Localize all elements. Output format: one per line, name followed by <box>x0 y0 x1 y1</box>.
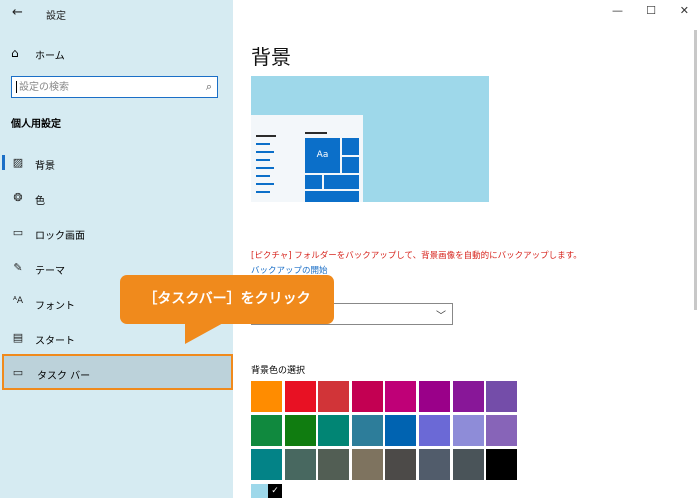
app-title: 設定 <box>46 11 66 22</box>
sidebar-item-taskbar[interactable]: ▭ タスク バー <box>2 354 233 390</box>
page-title: 背景 <box>251 45 291 69</box>
color-swatch[interactable] <box>419 449 450 480</box>
preview-tile <box>342 138 359 155</box>
preview-tile <box>342 157 359 173</box>
preview-tile <box>324 175 359 189</box>
color-swatch[interactable] <box>351 449 383 480</box>
sidebar-item-lock-screen[interactable]: ▭ ロック画面 <box>0 218 233 248</box>
sidebar-item-label: ロック画面 <box>35 231 85 242</box>
color-swatch[interactable] <box>385 415 417 446</box>
scrollbar[interactable] <box>694 30 697 310</box>
font-icon: ᴬA <box>12 296 24 306</box>
minimize-icon[interactable]: — <box>612 4 623 17</box>
backup-notice: [ピクチャ] フォルダーをバックアップして、背景画像を自動的にバックアップします… <box>251 251 582 261</box>
color-swatch[interactable] <box>284 381 316 412</box>
search-box[interactable]: ⌕ <box>11 76 218 98</box>
color-swatch[interactable] <box>351 415 383 446</box>
sidebar: ← 設定 ⌂ ホーム ⌕ 個人用設定 ▨ 背景 ❂ 色 ▭ ロック画面 ✎ テー… <box>0 0 233 498</box>
sidebar-item-label: 色 <box>35 196 45 207</box>
nav-home-label: ホーム <box>35 51 65 62</box>
color-swatch[interactable] <box>284 415 316 446</box>
color-swatch[interactable] <box>318 415 350 446</box>
color-swatch[interactable] <box>486 449 518 480</box>
start-icon: ▤ <box>12 331 24 344</box>
preview-window: Aa <box>251 115 363 202</box>
search-icon[interactable]: ⌕ <box>206 80 212 94</box>
color-section-label: 背景色の選択 <box>251 366 306 376</box>
color-swatch[interactable] <box>251 381 282 412</box>
sidebar-item-label: フォント <box>35 301 75 312</box>
color-swatch[interactable] <box>385 449 417 480</box>
preview-tile <box>305 175 322 189</box>
sidebar-item-label: 背景 <box>35 161 55 172</box>
preview-tile <box>305 191 359 202</box>
color-swatch[interactable] <box>251 449 282 480</box>
color-swatch[interactable] <box>284 449 316 480</box>
nav-home[interactable]: ⌂ ホーム <box>0 42 233 66</box>
callout-annotation: ［タスクバー］をクリック <box>120 275 334 324</box>
taskbar-icon: ▭ <box>12 366 24 379</box>
checkmark-icon: ✓ <box>268 484 282 498</box>
color-swatch[interactable] <box>251 415 282 446</box>
callout-tail <box>185 322 225 344</box>
sidebar-item-color[interactable]: ❂ 色 <box>0 183 233 213</box>
selected-color-swatch[interactable]: ✓ <box>251 484 282 498</box>
sidebar-item-label: テーマ <box>35 266 65 277</box>
maximize-icon[interactable]: ☐ <box>646 4 656 17</box>
color-swatch[interactable] <box>452 449 484 480</box>
color-swatch[interactable] <box>452 415 484 446</box>
home-icon: ⌂ <box>11 46 19 60</box>
color-swatch[interactable] <box>452 381 484 412</box>
callout-text: ［タスクバー］をクリック <box>143 291 311 307</box>
chevron-down-icon: ﹀ <box>436 311 446 322</box>
background-preview: Aa <box>251 76 489 202</box>
section-title: 個人用設定 <box>11 119 61 130</box>
text-caret <box>16 81 17 93</box>
color-swatch[interactable] <box>351 381 383 412</box>
color-swatch[interactable] <box>318 381 350 412</box>
search-input[interactable] <box>19 79 199 95</box>
theme-icon: ✎ <box>13 261 23 274</box>
picture-icon: ▨ <box>12 156 24 169</box>
color-swatch[interactable] <box>486 415 518 446</box>
sidebar-item-background[interactable]: ▨ 背景 <box>0 148 233 178</box>
selection-indicator <box>2 155 5 170</box>
sidebar-item-label: スタート <box>35 336 75 347</box>
color-swatch[interactable] <box>419 381 450 412</box>
color-swatch[interactable] <box>486 381 518 412</box>
preview-tile-aa: Aa <box>305 138 340 173</box>
lock-screen-icon: ▭ <box>12 226 24 239</box>
palette-icon: ❂ <box>13 191 23 204</box>
close-icon[interactable]: ✕ <box>680 4 689 17</box>
sidebar-item-label: タスク バー <box>37 371 91 382</box>
color-swatch[interactable] <box>419 415 450 446</box>
color-swatch[interactable] <box>318 449 350 480</box>
color-swatch[interactable] <box>385 381 417 412</box>
back-arrow-icon[interactable]: ← <box>12 5 23 20</box>
